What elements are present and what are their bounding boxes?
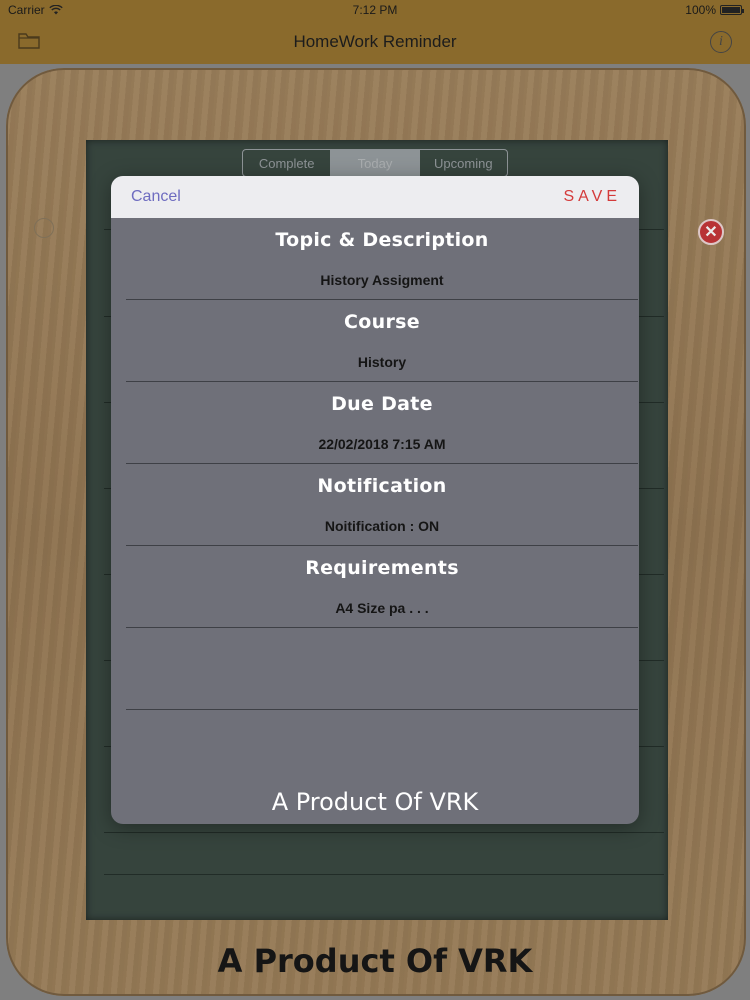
status-bar: Carrier 7:12 PM 100%: [0, 0, 750, 20]
field-title: Course: [344, 311, 420, 333]
empty-field[interactable]: [126, 628, 638, 710]
battery-icon: [720, 5, 744, 15]
save-button[interactable]: SAVE: [564, 188, 622, 206]
modal-footer-text: A Product Of VRK: [271, 788, 479, 816]
footer-text: A Product Of VRK: [217, 942, 533, 980]
field-value: A4 Size pa . . .: [335, 600, 429, 616]
field-value: Noitification : ON: [324, 518, 440, 534]
info-icon[interactable]: i: [710, 31, 732, 53]
field-title: Notification: [317, 475, 447, 497]
field-title: Requirements: [305, 557, 459, 579]
topic-field[interactable]: Topic & Description History Assigment: [126, 218, 638, 300]
status-time: 7:12 PM: [352, 3, 398, 17]
modal-header: Cancel SAVE: [111, 176, 639, 218]
carrier-label: Carrier: [8, 3, 45, 17]
requirements-field[interactable]: Requirements A4 Size pa . . .: [126, 546, 638, 628]
notification-field[interactable]: Notification Noitification : ON: [126, 464, 638, 546]
course-field[interactable]: Course History: [126, 300, 638, 382]
field-value: History Assigment: [320, 272, 444, 288]
battery-percent: 100%: [685, 3, 716, 17]
field-value: 22/02/2018 7:15 AM: [318, 436, 446, 452]
field-title: Topic & Description: [275, 229, 489, 251]
cancel-button[interactable]: Cancel: [131, 188, 181, 206]
app-screen: Carrier 7:12 PM 100% HomeWork Reminder i…: [0, 0, 750, 1000]
field-title: Due Date: [331, 393, 433, 415]
wifi-icon: [48, 5, 63, 15]
navigation-bar: HomeWork Reminder i: [0, 20, 750, 64]
field-value: History: [357, 354, 407, 370]
due-date-field[interactable]: Due Date 22/02/2018 7:15 AM: [126, 382, 638, 464]
page-title: HomeWork Reminder: [293, 32, 457, 51]
folder-icon[interactable]: [18, 32, 40, 50]
edit-homework-modal: Cancel SAVE Topic & Description History …: [111, 176, 639, 824]
